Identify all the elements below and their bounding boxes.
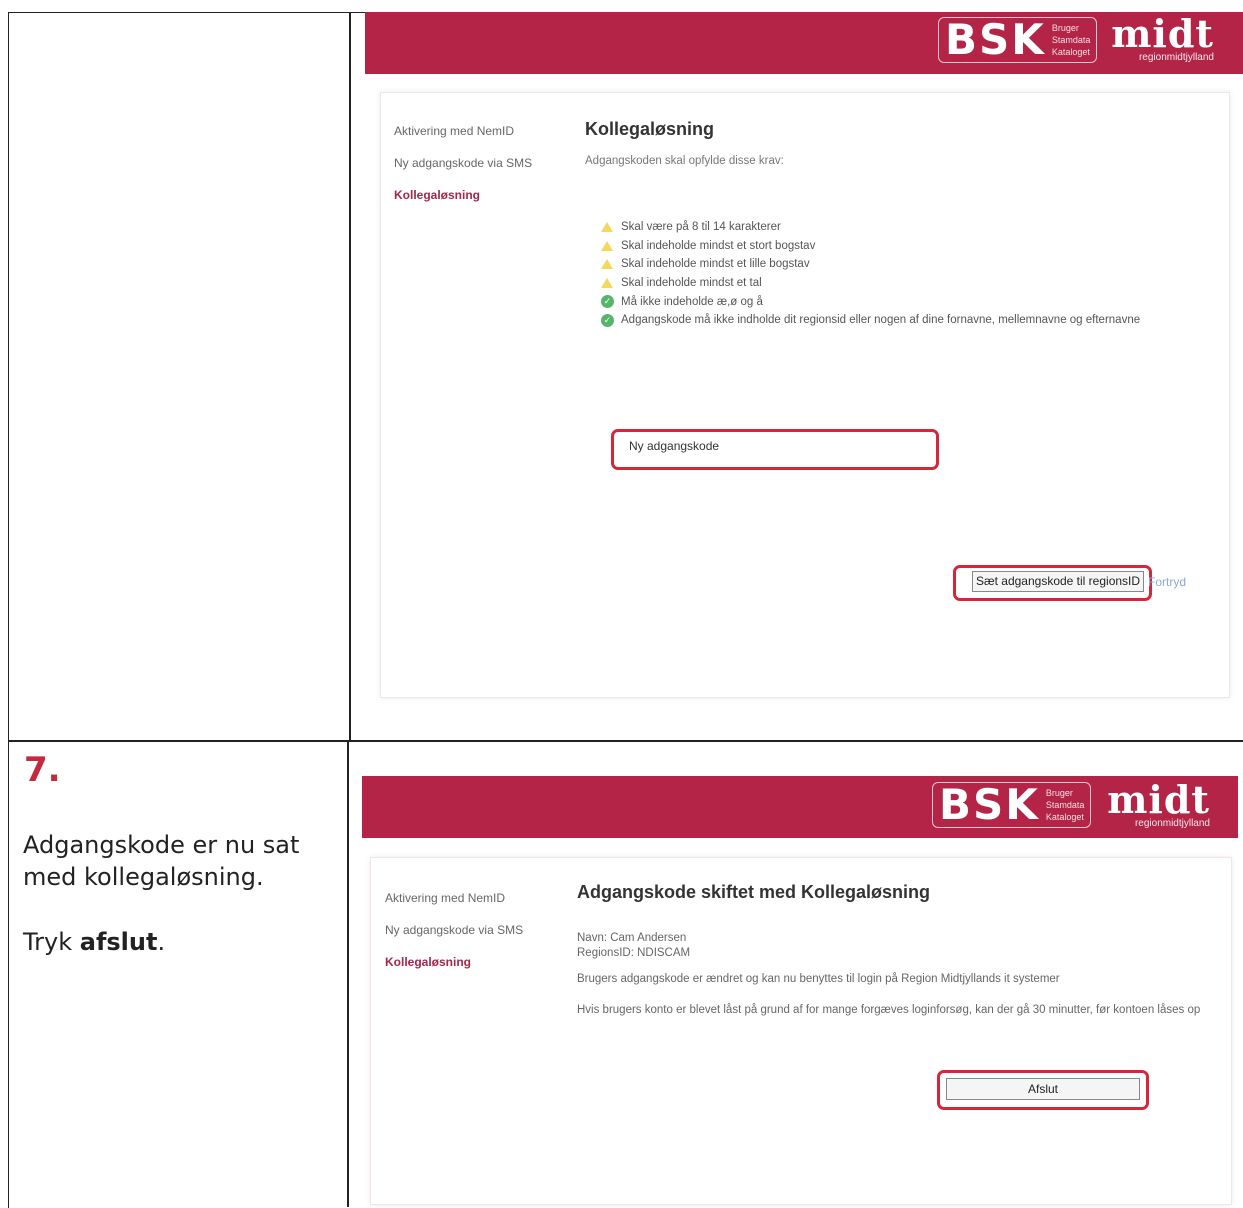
lockout-note: Hvis brugers konto er blevet låst på gru… (577, 1004, 1201, 1016)
bsk-logo: BSK Bruger Stamdata Kataloget (938, 17, 1098, 63)
nav-kollegalosning[interactable]: Kollegaløsning (394, 188, 532, 202)
bsk-logo-2: BSK Bruger Stamdata Kataloget (932, 782, 1092, 828)
requirement-item: Skal indeholde mindst et lille bogstav (601, 255, 1140, 274)
user-regionsid: RegionsID: NDISCAM (577, 947, 691, 959)
step-instruction: Adgangskode er nu sat med kollegaløsning… (23, 831, 300, 891)
requirement-item: ✓ Må ikke indeholde æ,ø og å (601, 292, 1140, 311)
midt-logo: midt regionmidtjylland (1111, 11, 1214, 64)
step-number: 7. (24, 750, 61, 790)
check-icon: ✓ (601, 313, 614, 327)
requirements-list: Skal være på 8 til 14 karakterer Skal in… (601, 218, 1140, 330)
nav-kollegalosning[interactable]: Kollegaløsning (385, 955, 523, 969)
warning-icon (601, 222, 613, 233)
cancel-link[interactable]: Fortryd (1148, 575, 1186, 589)
requirement-item: Skal være på 8 til 14 karakterer (601, 218, 1140, 237)
midt-logo-2: midt regionmidtjylland (1107, 777, 1210, 830)
requirement-item: Skal indeholde mindst et stort bogstav (601, 237, 1140, 256)
warning-icon (601, 259, 613, 270)
nav-sms[interactable]: Ny adgangskode via SMS (385, 923, 523, 937)
warning-icon (601, 240, 613, 251)
success-message: Brugers adgangskode er ændret og kan nu … (577, 973, 1060, 985)
requirement-item: ✓ Adgangskode må ikke indholde dit region… (601, 311, 1140, 330)
page-title: Kollegaløsning (585, 119, 715, 139)
set-password-button[interactable]: Sæt adgangskode til regionsID (972, 571, 1144, 592)
requirement-item: Skal indeholde mindst et tal (601, 274, 1140, 293)
column-divider-top (349, 12, 351, 741)
requirements-intro: Adgangskoden skal opfylde disse krav: (585, 155, 784, 167)
user-name: Navn: Cam Andersen (577, 932, 687, 944)
row-divider (8, 740, 1243, 742)
nav-sms[interactable]: Ny adgangskode via SMS (394, 156, 532, 170)
new-password-field[interactable]: Ny adgangskode (629, 439, 919, 453)
warning-icon (601, 278, 613, 289)
confirmation-title: Adgangskode skiftet med Kollegaløsning (577, 882, 931, 902)
column-divider-bottom (347, 741, 349, 1207)
nav-aktivering-nemid[interactable]: Aktivering med NemID (394, 124, 532, 138)
side-nav: Aktivering med NemID Ny adgangskode via … (394, 124, 532, 220)
check-icon: ✓ (601, 295, 614, 309)
nav-aktivering-nemid[interactable]: Aktivering med NemID (385, 891, 523, 905)
step-action: Tryk afslut. (23, 928, 166, 956)
finish-button[interactable]: Afslut (946, 1078, 1140, 1100)
side-nav-2: Aktivering med NemID Ny adgangskode via … (385, 891, 523, 987)
